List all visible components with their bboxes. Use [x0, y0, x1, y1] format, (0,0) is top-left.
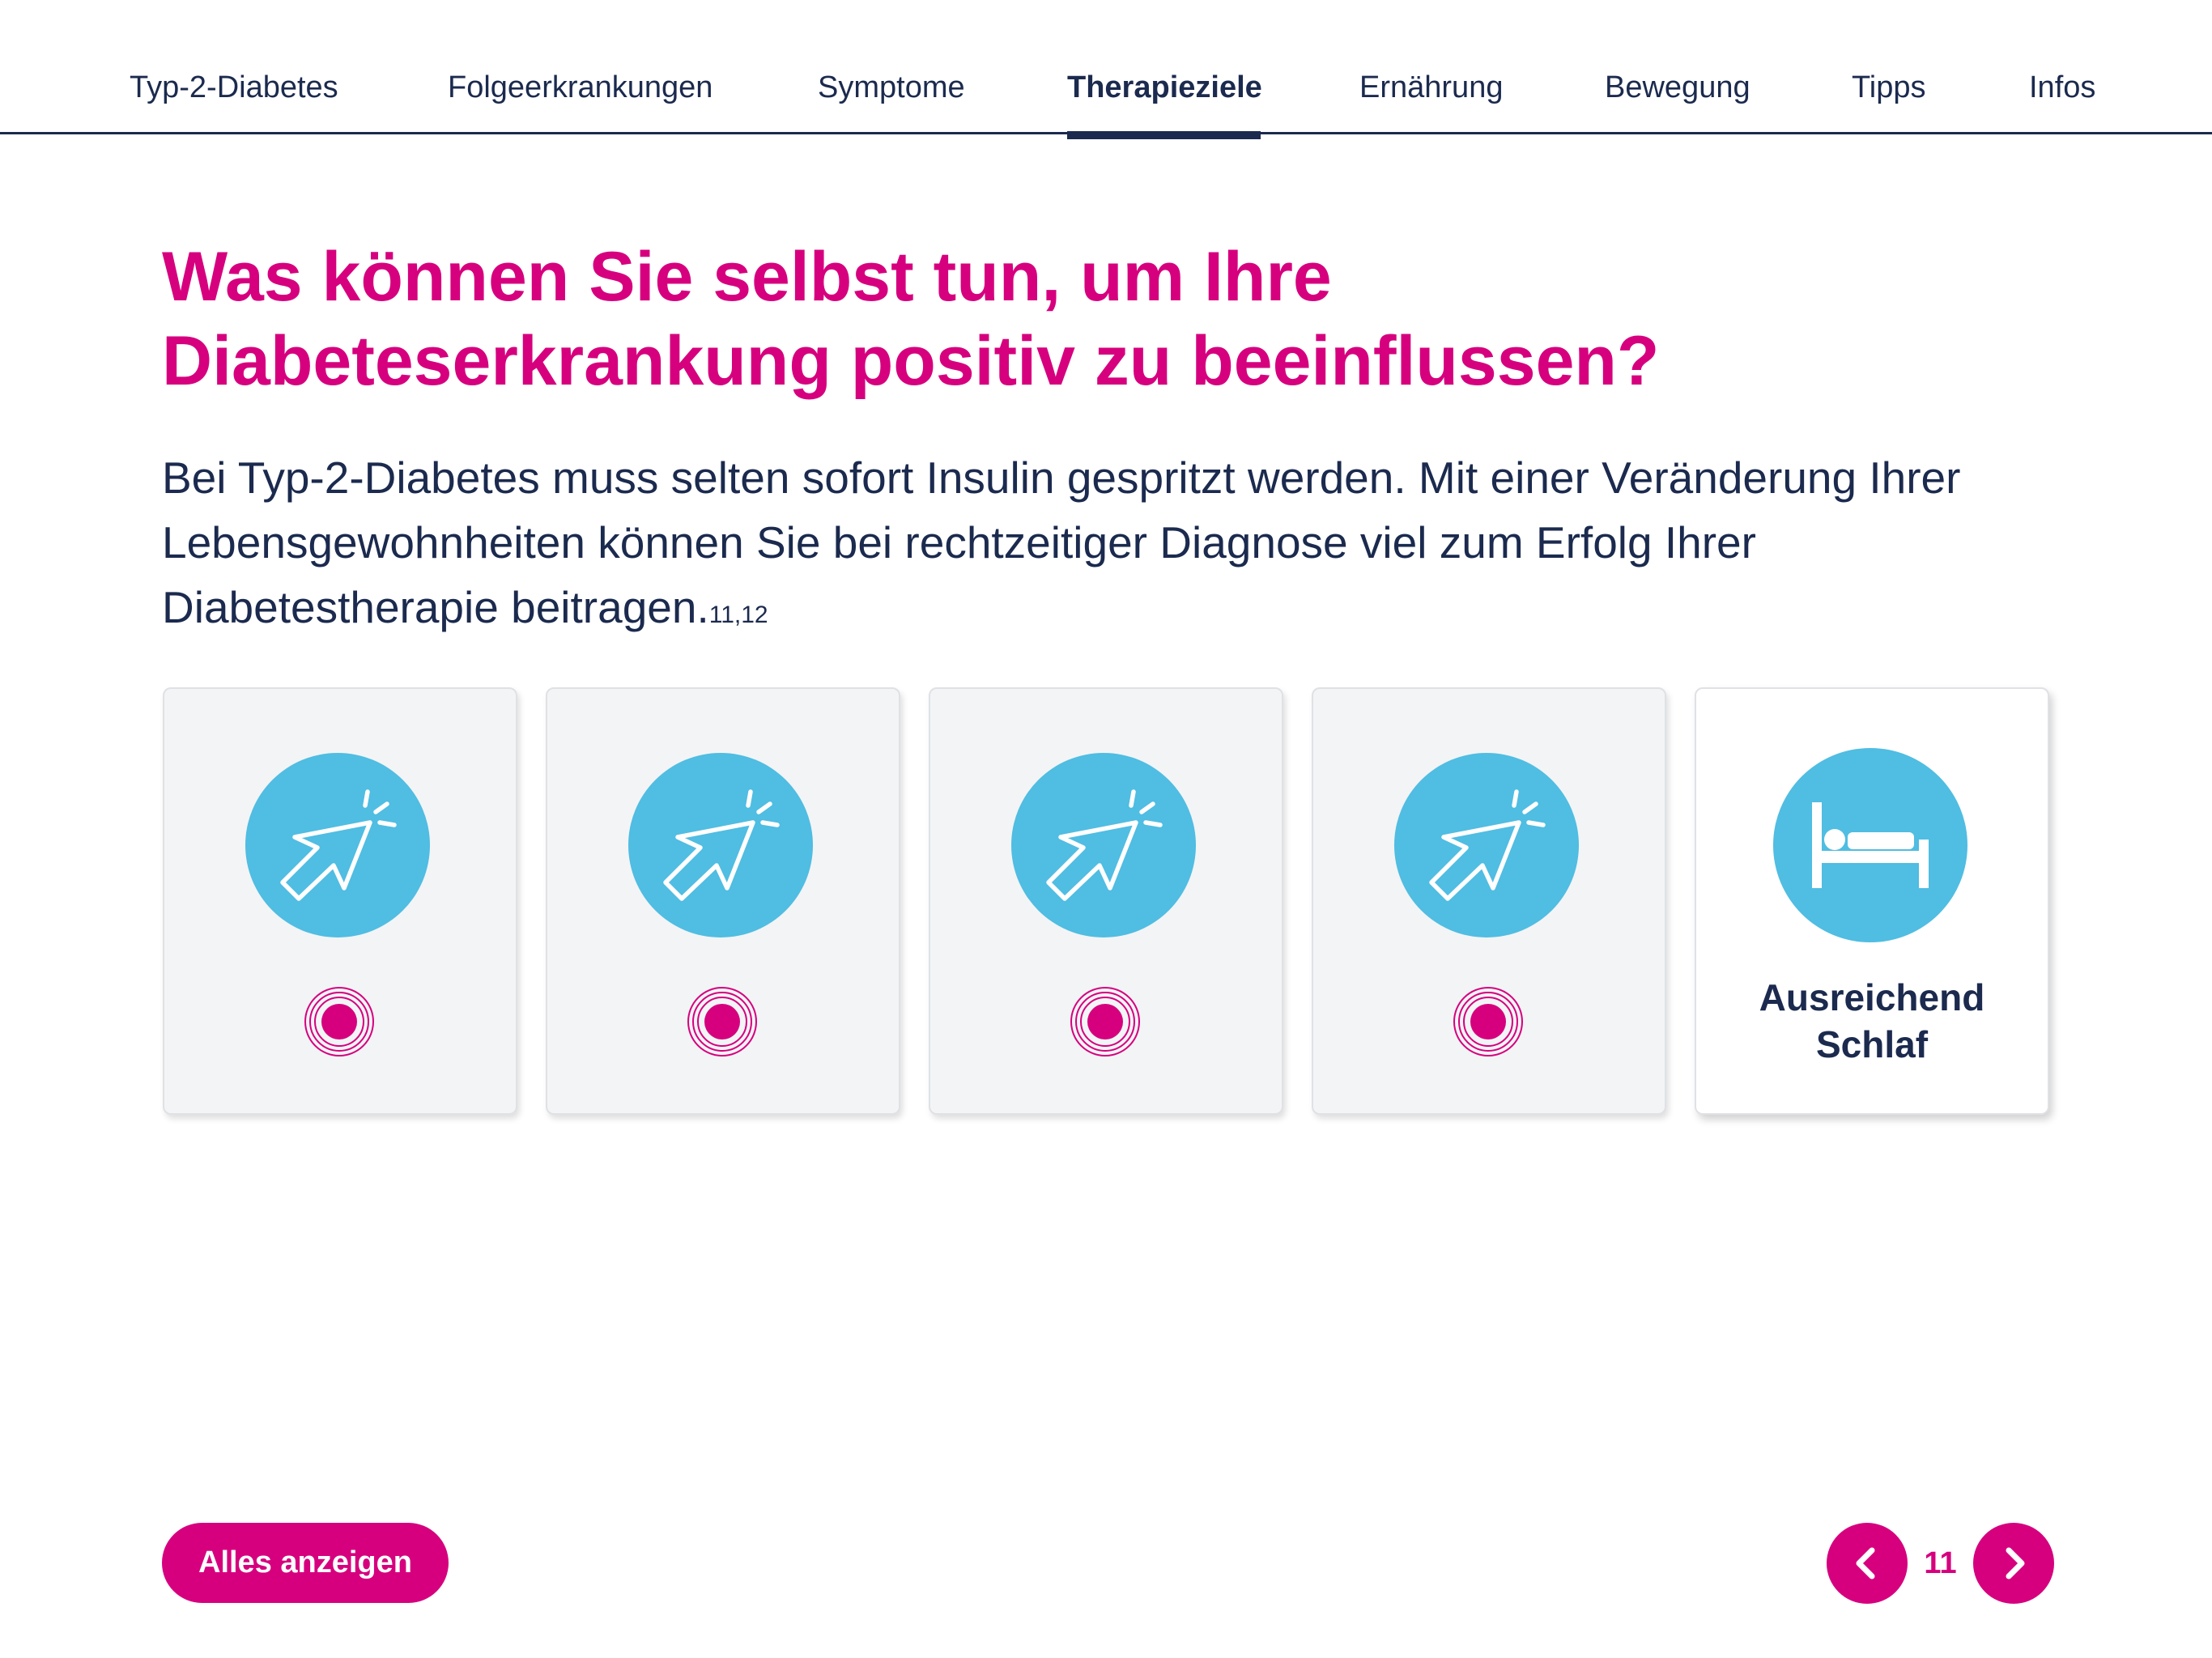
- hotspot-reveal-button[interactable]: [1070, 987, 1140, 1056]
- active-tab-indicator: [1067, 131, 1261, 139]
- top-navigation: Typ-2-Diabetes Folgeerkrankungen Symptom…: [0, 0, 2212, 139]
- hotspot-reveal-button[interactable]: [1453, 987, 1523, 1056]
- chevron-right-icon: [2006, 1547, 2025, 1579]
- page-title: Was können Sie selbst tun, um Ihre Diabe…: [162, 235, 2024, 403]
- cursor-click-icon: [1011, 753, 1196, 937]
- card-label: Ausreichend Schlaf: [1759, 976, 1985, 1065]
- hotspot-reveal-button[interactable]: [687, 987, 757, 1056]
- therapy-card-2[interactable]: [546, 687, 900, 1115]
- previous-page-button[interactable]: [1827, 1523, 1908, 1604]
- bed-icon: [1773, 748, 1967, 942]
- cursor-click-icon: [1394, 753, 1579, 937]
- therapy-card-sleep[interactable]: Ausreichend Schlaf: [1695, 687, 2049, 1115]
- therapy-card-3[interactable]: [929, 687, 1283, 1115]
- nav-item-symptome[interactable]: Symptome: [818, 68, 965, 107]
- show-all-button[interactable]: Alles anzeigen: [162, 1523, 449, 1603]
- page-title-line-1: Was können Sie selbst tun, um Ihre: [162, 238, 1332, 316]
- cursor-click-icon: [628, 753, 813, 937]
- chevron-left-icon: [1856, 1547, 1875, 1579]
- footnote-reference: 11,12: [708, 602, 768, 628]
- intro-paragraph: Bei Typ-2-Diabetes muss selten sofort In…: [162, 445, 2065, 640]
- nav-item-bewegung[interactable]: Bewegung: [1605, 68, 1750, 107]
- therapy-card-1[interactable]: [163, 687, 517, 1115]
- hotspot-reveal-button[interactable]: [304, 987, 374, 1056]
- next-page-button[interactable]: [1973, 1523, 2054, 1604]
- nav-item-folgeerkrankungen[interactable]: Folgeerkrankungen: [448, 68, 713, 107]
- page-number: 11: [1924, 1546, 1957, 1580]
- nav-item-tipps[interactable]: Tipps: [1852, 68, 1926, 107]
- page-title-line-2: Diabeteserkrankung positiv zu beeinfluss…: [162, 322, 1660, 400]
- therapy-card-4[interactable]: [1312, 687, 1666, 1115]
- nav-item-ernaehrung[interactable]: Ernährung: [1359, 68, 1503, 107]
- intro-text: Bei Typ-2-Diabetes muss selten sofort In…: [162, 453, 1961, 632]
- nav-item-infos[interactable]: Infos: [2029, 68, 2095, 107]
- nav-item-typ-2-diabetes[interactable]: Typ-2-Diabetes: [130, 68, 338, 107]
- nav-item-therapieziele[interactable]: Therapieziele: [1067, 68, 1262, 107]
- cursor-click-icon: [245, 753, 430, 937]
